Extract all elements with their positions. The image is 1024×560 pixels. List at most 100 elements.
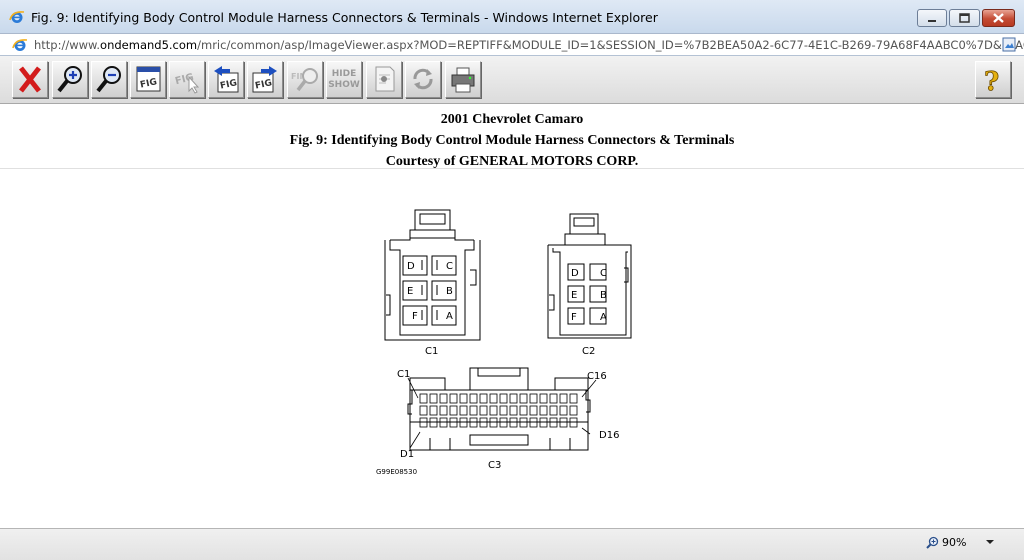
close-window-button[interactable] xyxy=(982,9,1015,27)
fig-select-button[interactable]: FIG xyxy=(169,61,205,98)
chevron-down-icon[interactable] xyxy=(985,538,995,546)
image-icon[interactable] xyxy=(1002,37,1016,52)
c2-terminal-a: A xyxy=(600,312,607,323)
red-x-icon xyxy=(19,66,41,93)
c1-label: C1 xyxy=(425,346,438,357)
minimize-button[interactable] xyxy=(917,9,947,27)
c3-pin-c1-label: C1 xyxy=(397,369,410,380)
c3-pin-cavity xyxy=(419,405,428,416)
zoom-in-button[interactable] xyxy=(52,61,88,98)
c1-terminal-e: E xyxy=(407,286,413,297)
c3-pin-cavity xyxy=(509,405,518,416)
status-bar: 90% xyxy=(0,528,1024,560)
c3-pin-cavity xyxy=(539,393,548,404)
c1-terminal-d: D xyxy=(407,261,415,272)
internet-explorer-icon xyxy=(9,11,25,23)
fig-previous-icon: FIG xyxy=(214,66,239,93)
document-button[interactable] xyxy=(366,61,402,98)
c3-pin-cavity xyxy=(559,405,568,416)
c3-pin-cavity xyxy=(489,405,498,416)
hide-show-button[interactable]: HIDE SHOW xyxy=(326,61,362,98)
c2-connector xyxy=(547,213,632,339)
c3-pin-cavity xyxy=(549,405,558,416)
figure-heading: 2001 Chevrolet Camaro Fig. 9: Identifyin… xyxy=(0,108,1024,169)
c3-pin-cavity xyxy=(519,405,528,416)
c2-label: C2 xyxy=(582,346,595,357)
c2-terminal-e: E xyxy=(571,290,577,301)
c3-pin-cavity xyxy=(499,405,508,416)
c3-pin-cavity xyxy=(469,393,478,404)
c3-label: C3 xyxy=(488,460,501,471)
window-title: Fig. 9: Identifying Body Control Module … xyxy=(31,10,658,25)
c3-pin-cavity xyxy=(569,405,578,416)
hide-show-label: HIDE SHOW xyxy=(328,69,360,90)
fig-view-button[interactable]: FIG xyxy=(130,61,166,98)
c3-pin-cavity xyxy=(459,405,468,416)
zoom-out-button[interactable] xyxy=(91,61,127,98)
zoom-magnifier-icon xyxy=(926,536,939,549)
maximize-icon xyxy=(959,13,970,23)
c3-pin-cavity xyxy=(499,393,508,404)
viewer-toolbar: FIG FIG FIG FIG FIND HIDE SHOW ? xyxy=(0,56,1024,104)
refresh-icon xyxy=(413,68,433,90)
c3-pin-cavity xyxy=(439,393,448,404)
printer-icon xyxy=(451,67,475,93)
c3-pin-cavity xyxy=(569,393,578,404)
connector-figure: D C E B F A D C E B F A C1 C2 C3 C1 C16 … xyxy=(376,209,632,476)
help-question-icon: ? xyxy=(984,67,1000,96)
svg-text:?: ? xyxy=(984,67,999,96)
zoom-out-icon xyxy=(96,66,121,93)
zoom-in-icon xyxy=(57,66,82,93)
c3-pin-cavity xyxy=(429,405,438,416)
document-icon xyxy=(375,66,395,92)
title-bar: Fig. 9: Identifying Body Control Module … xyxy=(0,0,1024,34)
c3-pin-cavity xyxy=(439,405,448,416)
c3-pin-cavity xyxy=(559,393,568,404)
print-button[interactable] xyxy=(445,61,481,98)
find-figure-button[interactable]: FIND xyxy=(287,61,323,98)
c2-terminal-b: B xyxy=(600,290,607,301)
c2-terminal-d: D xyxy=(571,268,579,279)
c3-pin-c16-label: C16 xyxy=(587,371,607,382)
previous-figure-button[interactable]: FIG xyxy=(208,61,244,98)
courtesy-line: Courtesy of GENERAL MOTORS CORP. xyxy=(385,154,639,169)
c1-terminal-c: C xyxy=(446,261,453,272)
find-fig-icon: FIND xyxy=(291,68,318,92)
zoom-level[interactable]: 90% xyxy=(942,536,966,549)
c3-pin-d16-label: D16 xyxy=(599,430,619,441)
url-path: /mric/common/asp/ImageViewer.aspx?MOD=RE… xyxy=(197,38,1024,52)
c3-pin-cavity xyxy=(479,405,488,416)
close-icon xyxy=(993,13,1004,23)
url-domain: ondemand5.com xyxy=(100,38,198,52)
fig-window-icon: FIG xyxy=(136,66,161,92)
maximize-button[interactable] xyxy=(949,9,980,27)
c3-pin-cavity xyxy=(479,393,488,404)
c3-pin-d1-label: D1 xyxy=(400,449,414,460)
c3-pin-cavity xyxy=(449,405,458,416)
c3-pin-cavity xyxy=(519,393,528,404)
figure-code: G99E08530 xyxy=(376,468,417,476)
c3-pin-cavity xyxy=(539,405,548,416)
c1-connector xyxy=(384,209,481,341)
c3-pin-cavity xyxy=(429,393,438,404)
help-button[interactable]: ? xyxy=(975,61,1011,98)
vehicle-title: 2001 Chevrolet Camaro xyxy=(440,112,584,127)
c3-pin-cavity xyxy=(549,393,558,404)
address-bar[interactable]: http://www.ondemand5.com/mric/common/asp… xyxy=(0,34,1024,56)
page-ie-icon xyxy=(12,39,28,51)
close-figure-button[interactable] xyxy=(12,61,48,98)
figure-title: Fig. 9: Identifying Body Control Module … xyxy=(289,133,735,148)
refresh-button[interactable] xyxy=(405,61,441,98)
url-text[interactable]: http://www.ondemand5.com/mric/common/asp… xyxy=(34,38,1024,52)
c3-pin-cavity xyxy=(419,393,428,404)
minimize-icon xyxy=(928,20,936,22)
c1-terminal-a: A xyxy=(446,311,453,322)
c2-terminal-c: C xyxy=(600,268,607,279)
next-figure-button[interactable]: FIG xyxy=(247,61,283,98)
c3-pin-cavity xyxy=(509,393,518,404)
c1-terminal-f: F xyxy=(412,311,418,322)
c3-pin-cavity xyxy=(529,393,538,404)
fig-pointer-icon: FIG xyxy=(174,72,200,94)
fig-next-icon: FIG xyxy=(252,66,277,93)
c3-pin-cavity xyxy=(469,405,478,416)
